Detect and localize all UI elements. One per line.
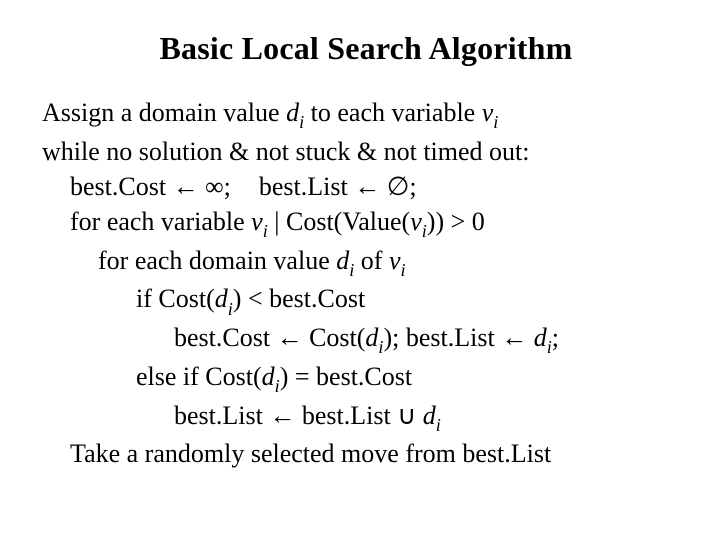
sub-i: i — [401, 260, 406, 280]
line-elseif: else if Cost(di) = best.Cost — [42, 359, 690, 398]
var-d: d — [365, 323, 378, 352]
line-if: if Cost(di) < best.Cost — [42, 281, 690, 320]
text: best.List — [259, 172, 354, 201]
text: Cost( — [303, 323, 366, 352]
assign-arrow: ← — [501, 323, 527, 352]
var-d: d — [423, 401, 436, 430]
empty-set-symbol: ∅ — [387, 172, 410, 201]
slide: Basic Local Search Algorithm Assign a do… — [0, 0, 720, 540]
text: ; — [409, 172, 416, 201]
text: ; — [552, 323, 559, 352]
var-v: v — [482, 98, 494, 127]
assign-arrow: ← — [269, 401, 295, 430]
sub-i: i — [228, 299, 233, 319]
text: ); best.List — [383, 323, 501, 352]
text: for each variable — [70, 207, 251, 236]
sub-i: i — [547, 337, 552, 357]
line-for-var: for each variable vi | Cost(Value(vi)) >… — [42, 204, 690, 243]
var-d: d — [336, 246, 349, 275]
text: best.Cost — [174, 323, 277, 352]
var-d: d — [534, 323, 547, 352]
sub-i: i — [436, 415, 441, 435]
line-if-body: best.Cost ← Cost(di); best.List ← di; — [42, 320, 690, 359]
text: if Cost( — [136, 284, 215, 313]
text: )) > 0 — [427, 207, 485, 236]
line-while: while no solution & not stuck & not time… — [42, 134, 690, 169]
slide-title: Basic Local Search Algorithm — [42, 30, 690, 67]
sub-i: i — [493, 112, 498, 132]
line-for-domain: for each domain value di of vi — [42, 243, 690, 282]
infinity-symbol: ∞ — [205, 172, 224, 201]
text: for each domain value — [98, 246, 336, 275]
text: else if Cost( — [136, 362, 262, 391]
line-assign: Assign a domain value di to each variabl… — [42, 95, 690, 134]
text: ; — [224, 172, 231, 201]
text: best.List — [174, 401, 269, 430]
text: to each variable — [304, 98, 482, 127]
text: of — [354, 246, 389, 275]
line-elseif-body: best.List ← best.List ∪ di — [42, 398, 690, 437]
text: ) < best.Cost — [233, 284, 365, 313]
sub-i: i — [263, 221, 268, 241]
line-init: best.Cost ← ∞; best.List ← ∅; — [42, 169, 690, 204]
var-v: v — [389, 246, 401, 275]
sub-i: i — [422, 221, 427, 241]
line-take: Take a randomly selected move from best.… — [42, 436, 690, 471]
text: Assign a domain value — [42, 98, 286, 127]
sub-i: i — [349, 260, 354, 280]
text: | Cost(Value( — [268, 207, 410, 236]
var-v: v — [410, 207, 422, 236]
var-d: d — [286, 98, 299, 127]
sub-i: i — [378, 337, 383, 357]
assign-arrow: ← — [277, 323, 303, 352]
var-d: d — [262, 362, 275, 391]
sub-i: i — [275, 376, 280, 396]
text: best.Cost — [70, 172, 173, 201]
sub-i: i — [299, 112, 304, 132]
assign-arrow: ← — [354, 172, 380, 201]
assign-arrow: ← — [173, 172, 199, 201]
text: best.List — [295, 401, 397, 430]
union-symbol: ∪ — [397, 401, 416, 430]
var-v: v — [251, 207, 263, 236]
text: ) = best.Cost — [280, 362, 412, 391]
var-d: d — [215, 284, 228, 313]
algorithm-body: Assign a domain value di to each variabl… — [42, 95, 690, 472]
